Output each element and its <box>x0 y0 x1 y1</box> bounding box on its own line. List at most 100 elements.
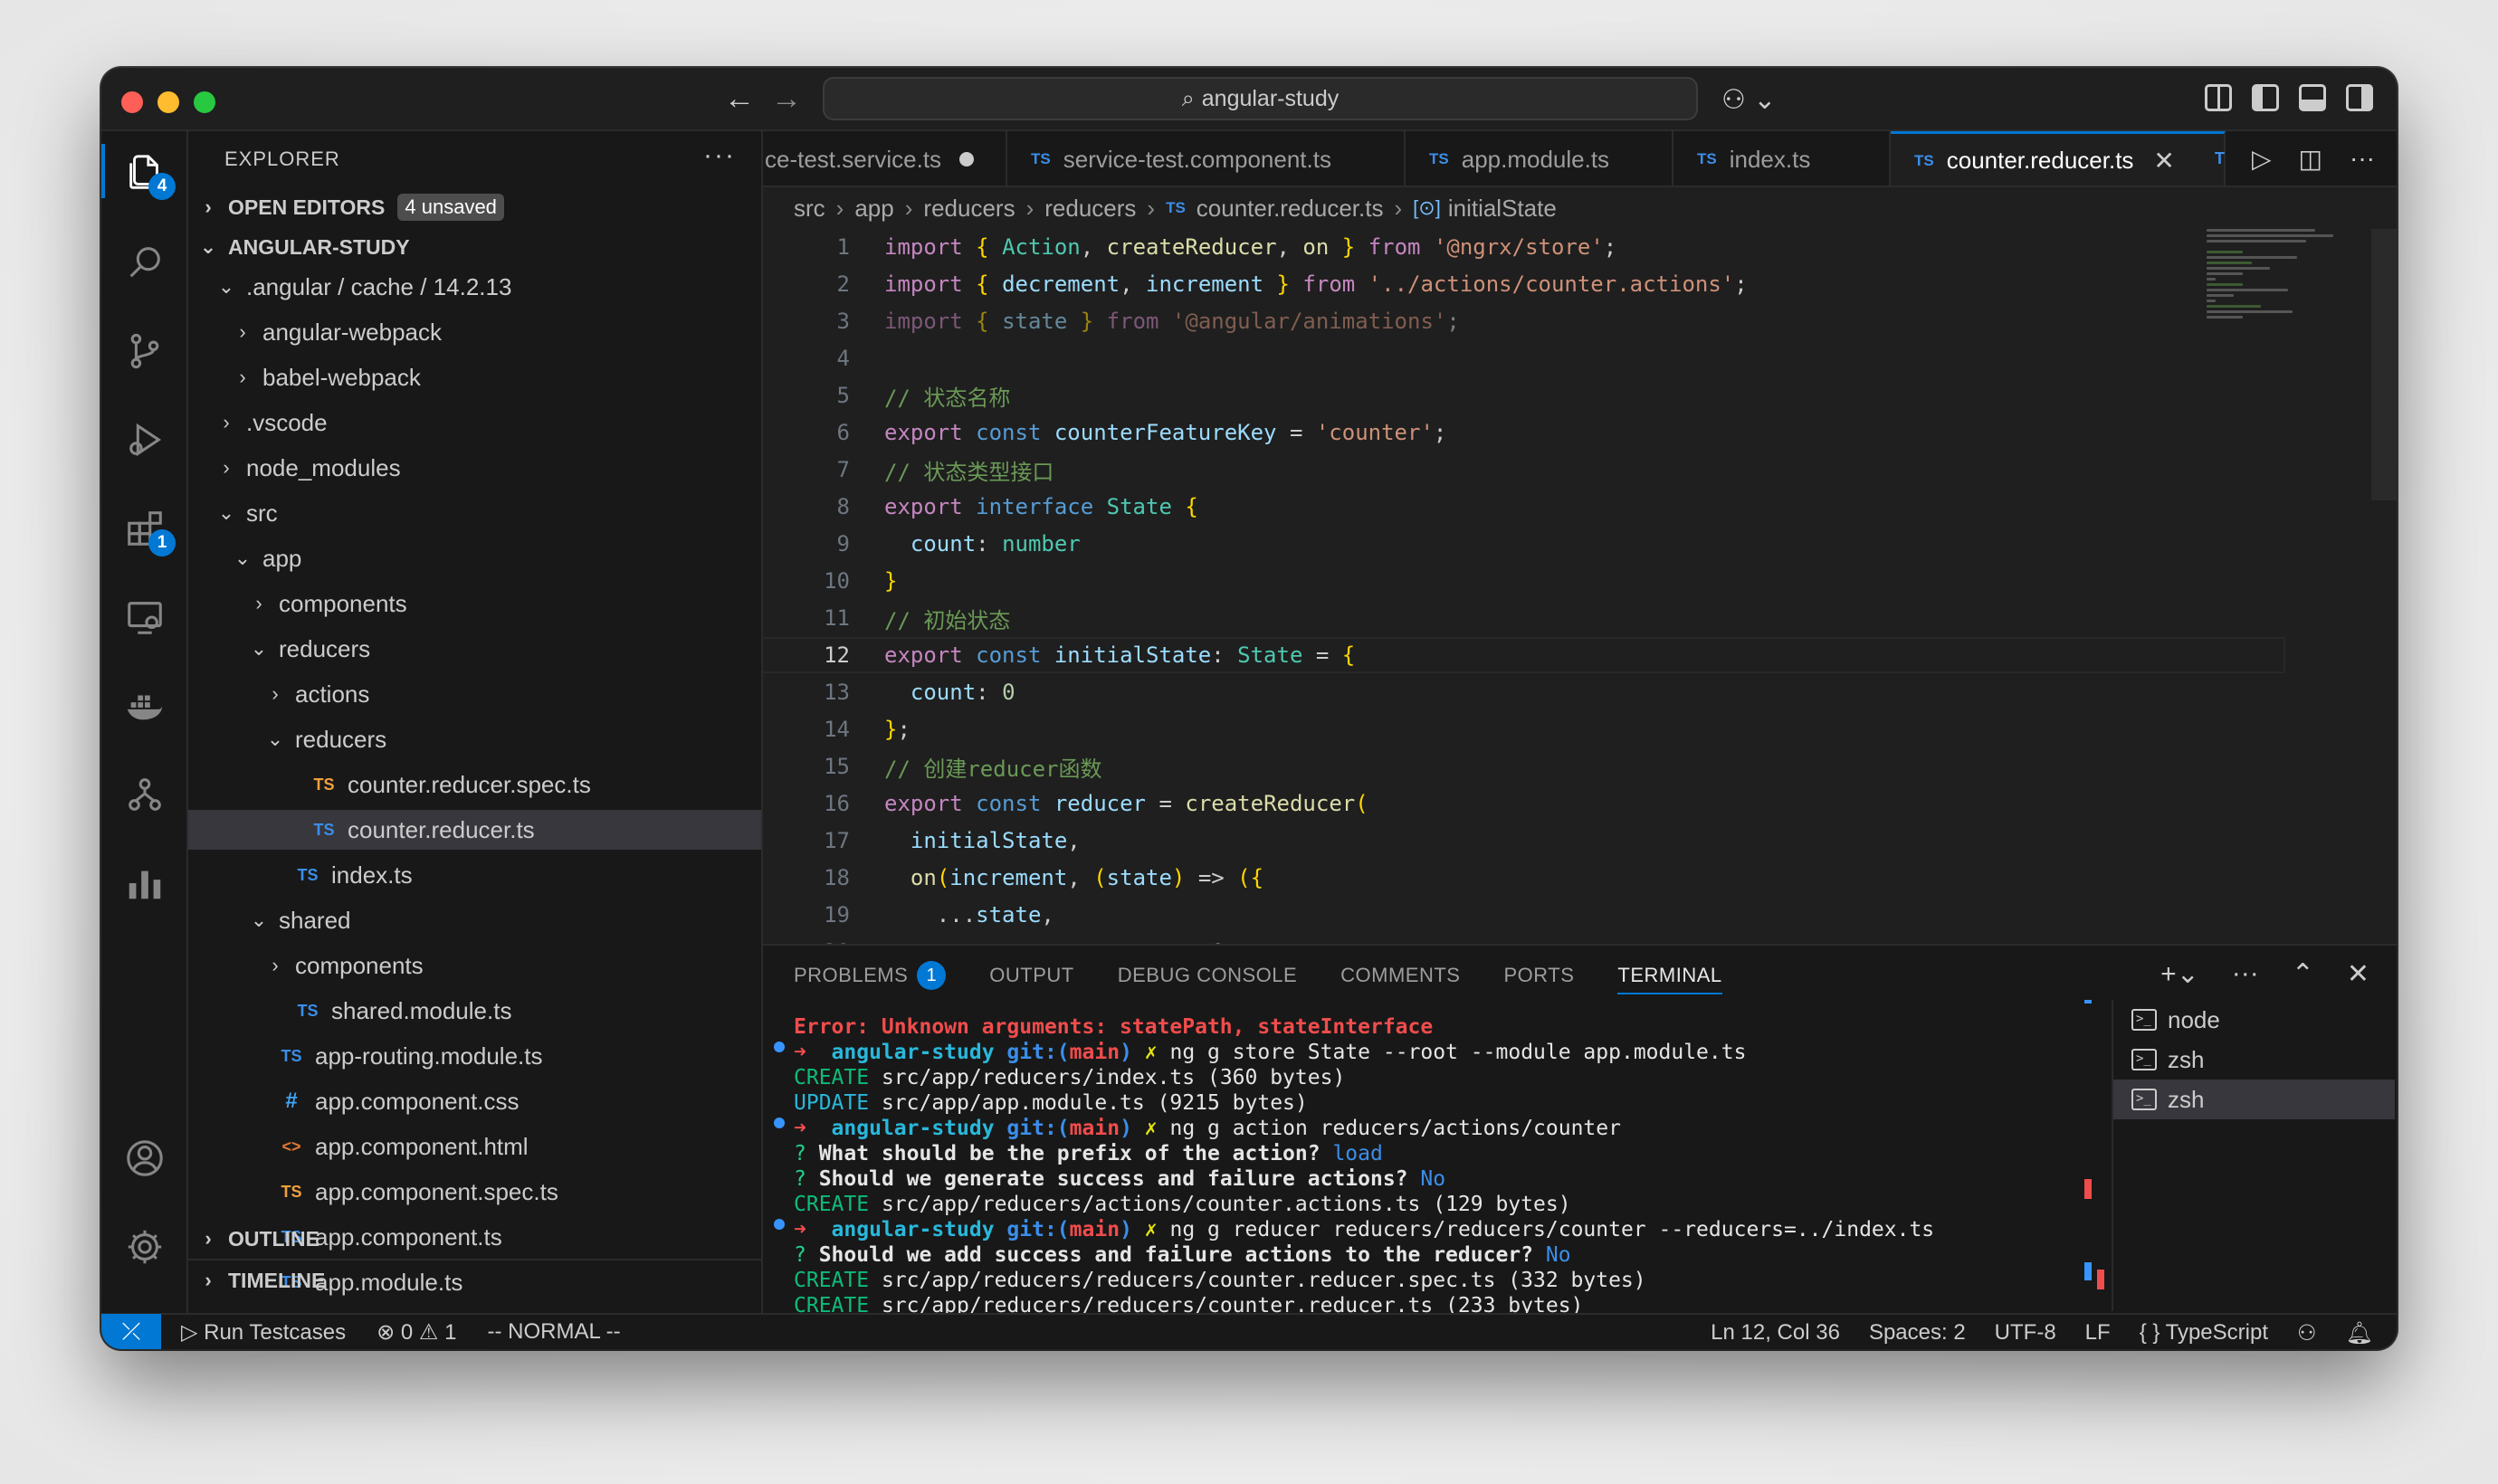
code-line[interactable]: 13 count: 0 <box>763 676 2283 709</box>
search-icon[interactable] <box>101 222 188 303</box>
close-tab-icon[interactable]: ✕ <box>2153 146 2174 176</box>
tab-service-test-service[interactable]: ce-test.service.ts <box>763 131 1007 186</box>
tab-service-test-component[interactable]: TS service-test.component.ts <box>1007 131 1406 186</box>
code-line[interactable]: 7 // 状态类型接口 <box>763 453 2283 486</box>
gitlens-icon[interactable] <box>101 754 188 835</box>
notifications-bell-icon[interactable]: 🔔︎ <box>2346 1320 2373 1346</box>
editor-scrollbar[interactable] <box>2371 229 2397 500</box>
more-actions-icon[interactable]: ··· <box>2232 958 2259 990</box>
cursor-position[interactable]: Ln 12, Col 36 <box>1711 1320 1840 1346</box>
close-panel-icon[interactable]: ✕ <box>2347 958 2369 990</box>
tab-index[interactable]: TS index.ts <box>1673 131 1891 186</box>
new-terminal-icon[interactable]: +⌄ <box>2160 958 2199 990</box>
terminal-instance-node[interactable]: >_ node <box>2113 1000 2395 1040</box>
folder-item[interactable]: ⌄ src <box>188 493 761 533</box>
code-line[interactable]: 17 initialState, <box>763 824 2283 857</box>
file-item[interactable]: TS app.component.spec.ts <box>188 1172 761 1212</box>
run-testcases-button[interactable]: ▷ Run Testcases <box>181 1319 346 1346</box>
settings-gear-icon[interactable] <box>101 1206 188 1288</box>
code-line[interactable]: 18 on(increment, (state) => ({ <box>763 861 2283 894</box>
tab-terminal[interactable]: TERMINAL <box>1617 946 1722 1005</box>
code-line[interactable]: 19 ...state, <box>763 899 2283 931</box>
tab-ports[interactable]: PORTS <box>1503 946 1574 1005</box>
indentation[interactable]: Spaces: 2 <box>1869 1320 1966 1346</box>
split-editor-icon[interactable]: ◫ <box>2299 144 2322 174</box>
folder-item[interactable]: ⌄ .angular / cache / 14.2.13 <box>188 267 761 307</box>
toggle-primary-sidebar-icon[interactable] <box>2252 84 2279 111</box>
extensions-icon[interactable]: 1 <box>101 488 188 569</box>
folder-item[interactable]: › babel-webpack <box>188 357 761 397</box>
problems-status[interactable]: ⊗ 0 ⚠ 1 <box>377 1319 456 1346</box>
breadcrumb-item[interactable]: reducers <box>923 195 1015 223</box>
copilot-menu-icon[interactable]: ⚇ ⌄ <box>1721 84 1776 116</box>
code-line[interactable]: 4 <box>763 342 2283 375</box>
tab-app-module[interactable]: TS app.module.ts <box>1406 131 1673 186</box>
terminal-output[interactable]: Error: Unknown arguments: statePath, sta… <box>763 1014 2003 1315</box>
file-item[interactable]: TS shared.module.ts <box>188 991 761 1031</box>
command-center-search[interactable]: ⌕ angular-study <box>823 77 1698 120</box>
toggle-panel-icon[interactable] <box>2299 84 2326 111</box>
code-line[interactable]: 8 export interface State { <box>763 490 2283 523</box>
code-line[interactable]: 2 import { decrement, increment } from '.… <box>763 268 2283 300</box>
maximize-panel-icon[interactable]: ⌃ <box>2292 958 2314 990</box>
breadcrumb-item[interactable]: app <box>854 195 893 223</box>
close-window-button[interactable] <box>121 91 143 113</box>
terminal-instance-zsh-active[interactable]: >_ zsh <box>2113 1080 2395 1119</box>
code-line[interactable]: 16 export const reducer = createReducer( <box>763 787 2283 820</box>
timeline-section[interactable]: › TIMELINE <box>188 1260 761 1300</box>
source-control-icon[interactable] <box>101 310 188 392</box>
minimize-window-button[interactable] <box>157 91 179 113</box>
breadcrumb-item[interactable]: reducers <box>1044 195 1136 223</box>
breadcrumb-item[interactable]: src <box>794 195 825 223</box>
code-line[interactable]: 1 import { Action, createReducer, on } fr… <box>763 231 2283 263</box>
tab-output[interactable]: OUTPUT <box>989 946 1073 1005</box>
explorer-icon[interactable]: 4 <box>101 131 188 213</box>
docker-icon[interactable] <box>101 665 188 747</box>
remote-explorer-icon[interactable] <box>101 576 188 658</box>
back-arrow-icon[interactable]: ← <box>724 81 755 117</box>
code-line[interactable]: 5 // 状态名称 <box>763 379 2283 412</box>
code-line[interactable]: 14}; <box>763 713 2283 746</box>
run-file-icon[interactable]: ▷ <box>2252 144 2272 174</box>
customize-layout-icon[interactable] <box>2205 84 2232 111</box>
code-line[interactable]: 3 import { state } from '@angular/animati… <box>763 305 2283 338</box>
folder-item[interactable]: ⌄ reducers <box>188 629 761 669</box>
terminal-scrollbar[interactable] <box>2084 1000 2104 1308</box>
code-line[interactable]: 12 export const initialState: State = { <box>763 637 2285 673</box>
language-mode[interactable]: { } TypeScript <box>2140 1320 2268 1346</box>
forward-arrow-icon[interactable]: → <box>771 81 802 117</box>
code-line[interactable]: 15 // 创建reducer函数 <box>763 750 2283 783</box>
workspace-section[interactable]: ⌄ ANGULAR-STUDY <box>188 227 761 267</box>
copilot-status-icon[interactable]: ⚇ <box>2297 1320 2317 1346</box>
minimap[interactable] <box>2207 229 2342 338</box>
run-debug-icon[interactable] <box>101 399 188 480</box>
stats-icon[interactable] <box>101 842 188 924</box>
typescript-file-icon[interactable]: T <box>2215 144 2225 174</box>
tab-comments[interactable]: COMMENTS <box>1340 946 1460 1005</box>
tab-problems[interactable]: PROBLEMS 1 <box>794 946 947 1005</box>
accounts-icon[interactable] <box>101 1118 188 1199</box>
file-item[interactable]: TS counter.reducer.ts <box>188 810 761 850</box>
line-ending[interactable]: LF <box>2085 1320 2111 1346</box>
breadcrumb-item[interactable]: counter.reducer.ts <box>1197 195 1384 223</box>
outline-section[interactable]: › OUTLINE <box>188 1219 761 1259</box>
more-actions-icon[interactable]: ··· <box>703 140 736 171</box>
encoding[interactable]: UTF-8 <box>1995 1320 2056 1346</box>
tab-debug-console[interactable]: DEBUG CONSOLE <box>1118 946 1297 1005</box>
remote-indicator-icon[interactable]: ⤫ <box>101 1314 161 1349</box>
folder-item[interactable]: ⌄ reducers <box>188 719 761 759</box>
file-item[interactable]: <> app.component.html <box>188 1127 761 1166</box>
folder-item[interactable]: ⌄ shared <box>188 900 761 940</box>
folder-item[interactable]: › components <box>188 584 761 623</box>
folder-item[interactable]: › node_modules <box>188 448 761 488</box>
more-actions-icon[interactable]: ··· <box>2350 144 2375 174</box>
file-item[interactable]: TS app-routing.module.ts <box>188 1036 761 1076</box>
folder-item[interactable]: › actions <box>188 674 761 714</box>
folder-item[interactable]: › angular-webpack <box>188 312 761 352</box>
open-editors-section[interactable]: › OPEN EDITORS 4 unsaved <box>188 187 761 227</box>
file-item[interactable]: TS counter.reducer.spec.ts <box>188 765 761 804</box>
code-editor[interactable]: 1 import { Action, createReducer, on } fr… <box>763 229 2397 944</box>
file-item[interactable]: # app.component.css <box>188 1081 761 1121</box>
toggle-secondary-sidebar-icon[interactable] <box>2346 84 2373 111</box>
tab-counter-reducer[interactable]: TS counter.reducer.ts ✕ <box>1891 131 2226 186</box>
